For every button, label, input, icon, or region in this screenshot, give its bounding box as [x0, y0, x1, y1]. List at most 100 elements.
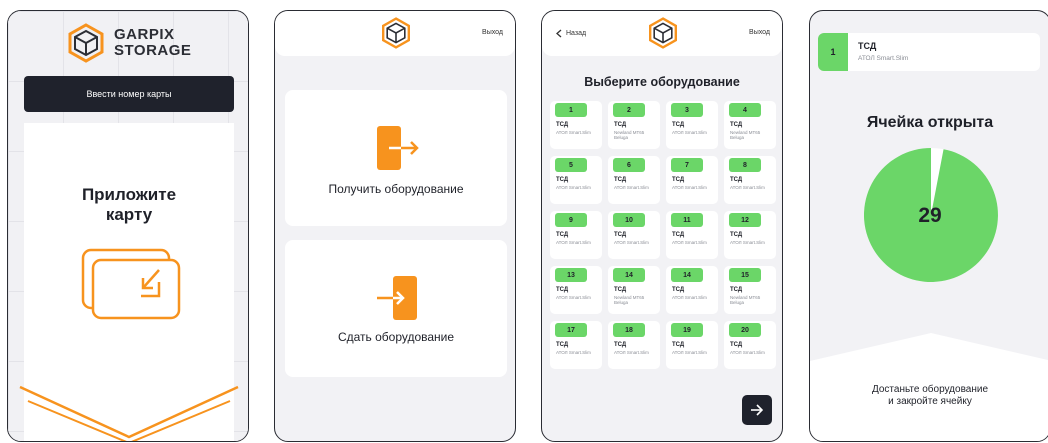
cell-equipment-type: ТСД: [556, 342, 569, 348]
cell-number: 7: [671, 158, 703, 172]
next-button[interactable]: [742, 395, 772, 425]
cell-equipment-model: АТОЛ Smart.Slim: [614, 350, 649, 355]
cell-equipment-model: Newland MT65 Beluga: [730, 130, 761, 140]
cell-number: 20: [729, 323, 761, 337]
equipment-cell[interactable]: 6 ТСД АТОЛ Smart.Slim: [608, 156, 660, 204]
equipment-cell[interactable]: 14 ТСД АТОЛ Smart.Slim: [666, 266, 718, 314]
cell-equipment-model: АТОЛ Smart.Slim: [556, 295, 591, 300]
cell-equipment-type: ТСД: [614, 232, 627, 238]
equipment-cell[interactable]: 7 ТСД АТОЛ Smart.Slim: [666, 156, 718, 204]
cell-equipment-type: ТСД: [730, 122, 743, 128]
cell-equipment-model: АТОЛ Smart.Slim: [730, 350, 765, 355]
cell-equipment-model: АТОЛ Smart.Slim: [730, 185, 765, 190]
take-line-1: Достаньте оборудование: [871, 384, 989, 395]
equipment-cell[interactable]: 5 ТСД АТОЛ Smart.Slim: [550, 156, 602, 204]
equipment-cell[interactable]: 17 ТСД АТОЛ Smart.Slim: [550, 321, 602, 369]
selected-equipment-bar: 1 ТСД АТОЛ Smart.Slim: [818, 33, 1040, 71]
take-equipment-instruction: Достаньте оборудование и закройте ячейку: [810, 384, 1048, 408]
return-equipment-label: Сдать оборудование: [337, 330, 455, 344]
equipment-cell[interactable]: 3 ТСД АТОЛ Smart.Slim: [666, 101, 718, 149]
cell-number: 8: [729, 158, 761, 172]
cell-number: 6: [613, 158, 645, 172]
equipment-cell[interactable]: 12 ТСД АТОЛ Smart.Slim: [724, 211, 776, 259]
cell-equipment-type: ТСД: [614, 287, 627, 293]
equipment-cell[interactable]: 20 ТСД АТОЛ Smart.Slim: [724, 321, 776, 369]
exit-button[interactable]: Выход: [482, 29, 503, 36]
screen-equipment-grid: Назад Выход Выберите оборудование 1 ТСД АТ…: [541, 10, 783, 442]
cell-number: 11: [671, 213, 703, 227]
cell-number: 13: [555, 268, 587, 282]
cell-number: 14: [671, 268, 703, 282]
screen-action-select: Выход Получить оборудование Сдать оборуд…: [274, 10, 516, 442]
equipment-cell[interactable]: 4 ТСД Newland MT65 Beluga: [724, 101, 776, 149]
cell-number: 18: [613, 323, 645, 337]
equipment-cell[interactable]: 11 ТСД АТОЛ Smart.Slim: [666, 211, 718, 259]
equipment-cell[interactable]: 19 ТСД АТОЛ Smart.Slim: [666, 321, 718, 369]
cell-equipment-type: ТСД: [672, 232, 685, 238]
cube-logo-icon[interactable]: [647, 17, 679, 49]
back-button[interactable]: Назад: [556, 29, 586, 38]
cell-equipment-type: ТСД: [556, 122, 569, 128]
selected-equipment-type: ТСД: [858, 41, 877, 51]
cell-number: 3: [671, 103, 703, 117]
cube-logo-icon: [68, 23, 104, 63]
equipment-cell[interactable]: 8 ТСД АТОЛ Smart.Slim: [724, 156, 776, 204]
cell-equipment-type: ТСД: [614, 342, 627, 348]
cell-number: 9: [555, 213, 587, 227]
cell-equipment-model: Newland MT65 Beluga: [730, 295, 761, 305]
attach-line-1: Приложите: [81, 185, 177, 204]
screen-card-login: GARPIX STORAGE Ввести номер карты Прилож…: [7, 10, 249, 442]
cell-number: 15: [729, 268, 761, 282]
cell-equipment-type: ТСД: [672, 342, 685, 348]
door-enter-icon: [377, 126, 419, 170]
door-exit-icon: [377, 276, 417, 320]
brand-name: GARPIX STORAGE: [114, 27, 191, 59]
equipment-cell[interactable]: 14 ТСД Newland MT65 Beluga: [608, 266, 660, 314]
cell-equipment-model: АТОЛ Smart.Slim: [672, 350, 707, 355]
cell-equipment-type: ТСД: [614, 177, 627, 183]
cell-equipment-model: АТОЛ Smart.Slim: [556, 350, 591, 355]
cell-equipment-model: Newland MT65 Beluga: [614, 295, 645, 305]
cell-equipment-model: АТОЛ Smart.Slim: [556, 185, 591, 190]
cell-equipment-model: АТОЛ Smart.Slim: [672, 185, 707, 190]
return-equipment-card[interactable]: Сдать оборудование: [285, 240, 507, 377]
cell-equipment-model: АТОЛ Smart.Slim: [614, 240, 649, 245]
cell-number: 4: [729, 103, 761, 117]
countdown-value: 29: [918, 204, 942, 227]
arrow-right-icon: [751, 404, 764, 416]
equipment-cell[interactable]: 13 ТСД АТОЛ Smart.Slim: [550, 266, 602, 314]
cell-number: 5: [555, 158, 587, 172]
cell-equipment-type: ТСД: [730, 287, 743, 293]
cell-equipment-type: ТСД: [556, 287, 569, 293]
cell-number: 12: [729, 213, 761, 227]
cell-equipment-type: ТСД: [672, 177, 685, 183]
take-line-2: и закройте ячейку: [888, 396, 972, 407]
equipment-cell[interactable]: 9 ТСД АТОЛ Smart.Slim: [550, 211, 602, 259]
selected-equipment-model: АТОЛ Smart.Slim: [858, 55, 909, 62]
cell-equipment-model: АТОЛ Smart.Slim: [614, 185, 649, 190]
cell-number: 14: [613, 268, 645, 282]
brand-line-2: STORAGE: [114, 42, 192, 59]
attach-card-title: Приложите карту: [24, 185, 234, 225]
receive-equipment-card[interactable]: Получить оборудование: [285, 90, 507, 226]
equipment-cell[interactable]: 10 ТСД АТОЛ Smart.Slim: [608, 211, 660, 259]
chevron-left-icon: [556, 29, 562, 38]
receive-equipment-label: Получить оборудование: [328, 182, 464, 196]
equipment-cell[interactable]: 1 ТСД АТОЛ Smart.Slim: [550, 101, 602, 149]
back-label: Назад: [566, 30, 587, 37]
cell-equipment-model: АТОЛ Smart.Slim: [672, 295, 707, 300]
exit-button[interactable]: Выход: [749, 29, 770, 36]
cell-opened-title: Ячейка открыта: [866, 114, 994, 131]
enter-card-number-button[interactable]: Ввести номер карты: [24, 76, 234, 112]
cube-logo-icon[interactable]: [380, 17, 412, 49]
bottom-chevron-decoration: [19, 385, 239, 441]
equipment-cell[interactable]: 15 ТСД Newland MT65 Beluga: [724, 266, 776, 314]
cell-equipment-model: АТОЛ Smart.Slim: [556, 240, 591, 245]
cell-equipment-type: ТСД: [556, 232, 569, 238]
cell-equipment-type: ТСД: [730, 177, 743, 183]
equipment-cell[interactable]: 18 ТСД АТОЛ Smart.Slim: [608, 321, 660, 369]
top-bar: Выход: [275, 11, 515, 56]
choose-equipment-title: Выберите оборудование: [584, 75, 740, 89]
equipment-cell[interactable]: 2 ТСД Newland MT65 Beluga: [608, 101, 660, 149]
top-bar: Назад Выход: [542, 11, 782, 56]
